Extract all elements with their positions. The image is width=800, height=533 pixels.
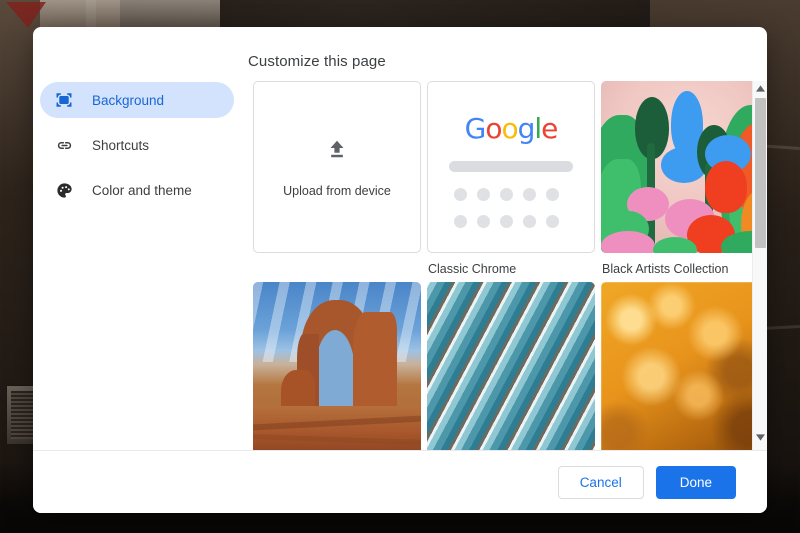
sidebar-item-label: Shortcuts — [92, 137, 150, 153]
dialog-footer: Cancel Done — [33, 450, 767, 513]
search-bar-placeholder — [449, 161, 573, 172]
upload-icon — [324, 137, 350, 168]
link-icon — [54, 135, 74, 155]
scroll-up-arrow[interactable] — [753, 81, 767, 96]
cancel-button[interactable]: Cancel — [557, 465, 644, 499]
golden-texture-thumbnail — [601, 282, 767, 450]
page-title: Customize this page — [248, 53, 386, 70]
shortcut-dot — [522, 188, 536, 201]
google-logo-letter: e — [541, 112, 558, 145]
google-logo-letter: G — [464, 112, 487, 145]
shortcut-dot — [545, 215, 559, 228]
google-logo: Google — [464, 112, 559, 145]
google-logo-letter: o — [485, 112, 502, 145]
sidebar-item-label: Color and theme — [92, 182, 192, 198]
sidebar-item-background[interactable]: Background — [40, 82, 234, 118]
shortcut-dot — [453, 215, 467, 228]
wallpaper-icon — [54, 90, 74, 110]
dialog-body: Background Shortcuts Color and theme Upl… — [33, 53, 767, 450]
tile-cell: Black Artists Collection — [601, 81, 767, 276]
customize-page-dialog: Customize this page Background Shortcuts… — [33, 27, 767, 513]
google-logo-letter: g — [517, 112, 536, 145]
shortcut-dot — [476, 215, 490, 228]
shortcut-dot — [522, 215, 536, 228]
palette-icon — [54, 180, 74, 200]
glass-facade-thumbnail — [427, 282, 595, 450]
scrollbar-thumb[interactable] — [755, 98, 766, 248]
sidebar: Background Shortcuts Color and theme — [33, 53, 248, 450]
black-artists-collection-tile[interactable] — [601, 81, 767, 253]
sidebar-item-color-and-theme[interactable]: Color and theme — [40, 172, 234, 208]
artwork-thumbnail — [601, 81, 767, 253]
shortcut-dot — [476, 188, 490, 201]
content-scrollbar[interactable] — [752, 81, 767, 450]
tile-cell — [253, 282, 425, 450]
background-tile-area: Upload from device Google Classic Chrome… — [248, 53, 767, 450]
classic-chrome-preview: Google — [428, 82, 594, 252]
tile-label: Black Artists Collection — [602, 262, 729, 276]
shortcut-dot — [499, 188, 513, 201]
scroll-down-arrow[interactable] — [753, 430, 767, 445]
google-logo-letter: l — [534, 112, 542, 145]
shortcut-dot — [545, 188, 559, 201]
upload-from-device-tile[interactable]: Upload from device — [253, 81, 421, 253]
tile-cell: Google Classic Chrome — [427, 81, 599, 276]
classic-chrome-tile[interactable]: Google — [427, 81, 595, 253]
done-button[interactable]: Done — [655, 465, 736, 499]
tile-grid: Upload from device Google Classic Chrome… — [253, 53, 767, 450]
shortcut-dot — [499, 215, 513, 228]
tile-cell — [427, 282, 599, 450]
sidebar-item-shortcuts[interactable]: Shortcuts — [40, 127, 234, 163]
sidebar-item-label: Background — [92, 92, 165, 108]
textures-tile[interactable] — [601, 282, 767, 450]
landscapes-tile[interactable] — [253, 282, 421, 450]
upload-from-device-label: Upload from device — [283, 183, 391, 198]
backdrop-sky — [40, 0, 220, 30]
tile-cell — [601, 282, 767, 450]
tile-label: Classic Chrome — [428, 262, 517, 276]
shortcut-dots — [453, 188, 569, 228]
tile-cell: Upload from device — [253, 81, 425, 276]
arch-landscape-thumbnail — [253, 282, 421, 450]
architecture-tile[interactable] — [427, 282, 595, 450]
google-logo-letter: o — [501, 112, 518, 145]
shortcut-dot — [453, 188, 467, 201]
